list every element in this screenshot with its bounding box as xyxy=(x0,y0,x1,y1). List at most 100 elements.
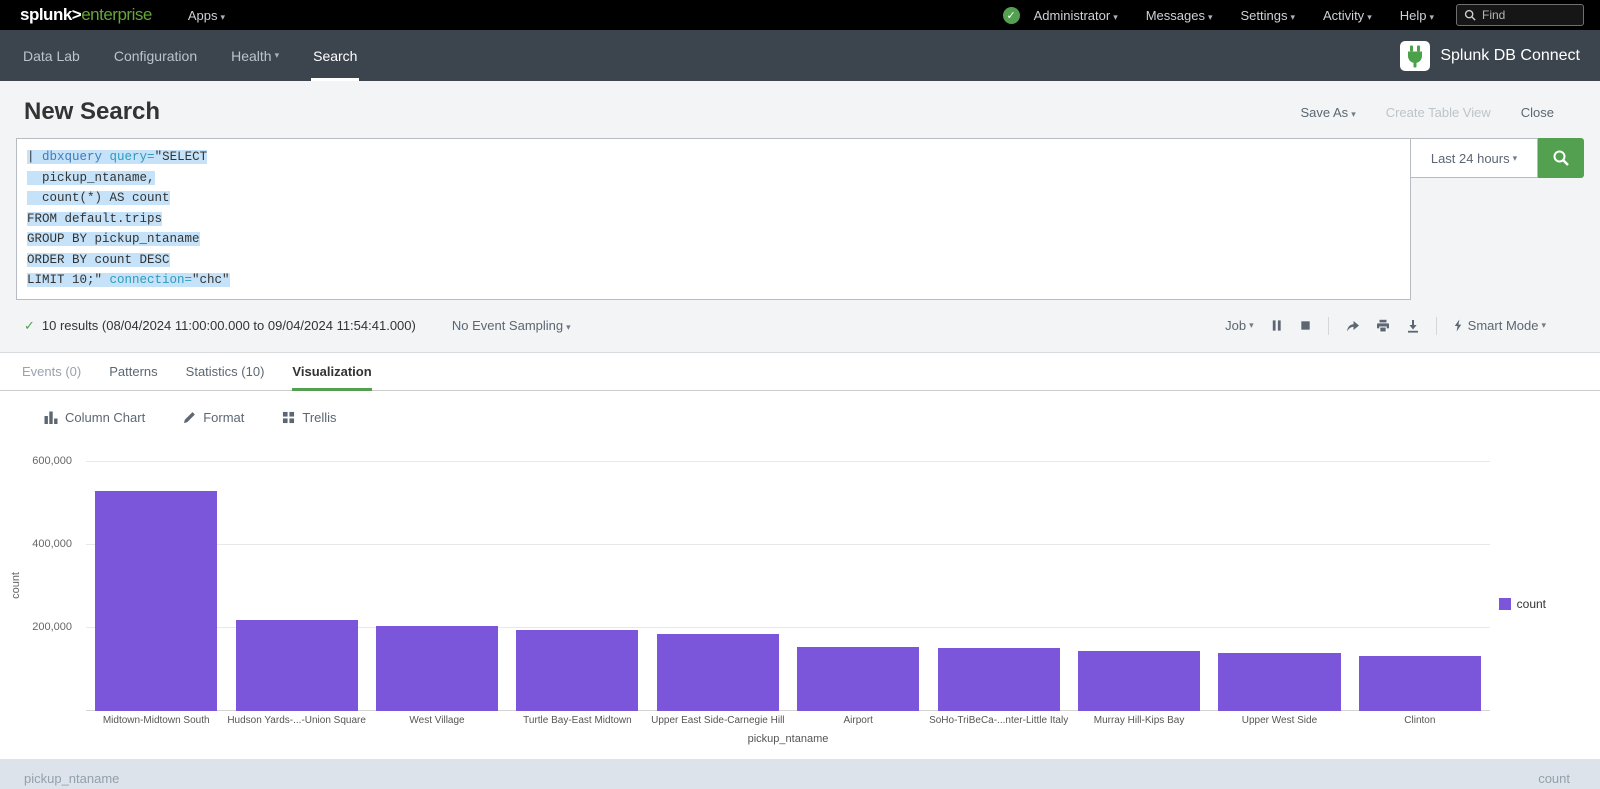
bar-slot xyxy=(928,461,1068,711)
column-bar[interactable] xyxy=(1218,653,1340,710)
x-category-label: Upper West Side xyxy=(1209,715,1349,726)
menu-administrator[interactable]: Administrator▾ xyxy=(1020,8,1132,23)
tab-visualization[interactable]: Visualization xyxy=(292,353,371,390)
bar-slot xyxy=(648,461,788,711)
status-check-icon[interactable]: ✓ xyxy=(1003,7,1020,24)
job-menu[interactable]: Job▾ xyxy=(1225,318,1254,333)
header-actions: Save As▾ Create Table View Close xyxy=(1300,105,1554,120)
nav-search[interactable]: Search xyxy=(296,30,374,81)
menu-messages[interactable]: Messages▾ xyxy=(1132,8,1227,23)
bar-slot xyxy=(226,461,366,711)
save-as-button[interactable]: Save As▾ xyxy=(1300,105,1355,120)
search-icon xyxy=(1464,9,1476,21)
results-tabs: Events (0) Patterns Statistics (10) Visu… xyxy=(0,353,1600,391)
y-tick-label: 400,000 xyxy=(32,538,72,550)
x-category-label: Hudson Yards-...-Union Square xyxy=(226,715,366,726)
nav-health[interactable]: Health▾ xyxy=(214,30,296,81)
nav-data-lab[interactable]: Data Lab xyxy=(6,30,97,81)
column-bar[interactable] xyxy=(1359,656,1481,711)
format-button[interactable]: Format xyxy=(183,410,244,425)
column-chart: count 200,000 400,000 600,000 Midtown-Midt… xyxy=(0,445,1600,751)
x-category-label: Turtle Bay-East Midtown xyxy=(507,715,647,726)
column-bar[interactable] xyxy=(516,630,638,711)
menu-settings[interactable]: Settings▾ xyxy=(1227,8,1310,23)
find-input[interactable] xyxy=(1482,8,1574,22)
x-category-label: Clinton xyxy=(1350,715,1490,726)
column-bar[interactable] xyxy=(657,634,779,711)
splunk-logo[interactable]: splunk>enterprise xyxy=(20,5,152,25)
tab-statistics[interactable]: Statistics (10) xyxy=(186,353,265,390)
separator xyxy=(1328,317,1329,335)
caret-down-icon: ▾ xyxy=(275,50,280,61)
search-header-section: New Search Save As▾ Create Table View Cl… xyxy=(0,81,1600,353)
column-bar[interactable] xyxy=(797,647,919,711)
caret-down-icon: ▾ xyxy=(220,12,225,22)
bar-slot xyxy=(788,461,928,711)
bar-slot xyxy=(367,461,507,711)
legend-swatch xyxy=(1499,598,1511,610)
caret-down-icon: ▾ xyxy=(1290,12,1295,22)
caret-down-icon: ▾ xyxy=(1208,12,1213,22)
bars-container xyxy=(86,461,1490,711)
apps-menu[interactable]: Apps▾ xyxy=(174,8,239,23)
check-icon: ✓ xyxy=(24,318,35,334)
plot-area xyxy=(86,461,1490,711)
pencil-icon xyxy=(183,411,196,424)
caret-down-icon: ▾ xyxy=(1513,153,1518,164)
column-bar[interactable] xyxy=(95,491,217,711)
column-bar[interactable] xyxy=(938,648,1060,710)
column-bar[interactable] xyxy=(376,626,498,711)
chart-legend: count xyxy=(1499,597,1546,611)
x-category-label: Upper East Side-Carnegie Hill xyxy=(648,715,788,726)
db-connect-app-icon xyxy=(1400,41,1430,71)
column-header-pickup-ntaname[interactable]: pickup_ntaname xyxy=(24,771,119,786)
search-mode-dropdown[interactable]: Smart Mode▾ xyxy=(1453,318,1546,333)
tab-patterns[interactable]: Patterns xyxy=(109,353,157,390)
query-line: LIMIT 10;" connection="chc" xyxy=(27,270,1400,291)
create-table-view-button[interactable]: Create Table View xyxy=(1386,105,1491,120)
y-tick-label: 200,000 xyxy=(32,621,72,633)
app-identity[interactable]: Splunk DB Connect xyxy=(1400,30,1580,81)
find-search-box[interactable] xyxy=(1456,4,1584,26)
caret-down-icon: ▾ xyxy=(1351,109,1356,119)
query-line: count(*) AS count xyxy=(27,188,1400,209)
bar-slot xyxy=(86,461,226,711)
x-category-label: Murray Hill-Kips Bay xyxy=(1069,715,1209,726)
event-sampling-dropdown[interactable]: No Event Sampling▾ xyxy=(452,318,571,333)
menu-help[interactable]: Help▾ xyxy=(1386,8,1448,23)
share-icon[interactable] xyxy=(1345,319,1360,333)
time-range-picker[interactable]: Last 24 hours▾ xyxy=(1411,138,1538,178)
export-icon[interactable] xyxy=(1406,319,1420,333)
trellis-button[interactable]: Trellis xyxy=(282,410,336,425)
job-controls: Job▾ Smart Mode▾ xyxy=(1225,317,1546,335)
caret-down-icon: ▾ xyxy=(1541,320,1546,331)
search-button[interactable] xyxy=(1538,138,1584,178)
column-header-count[interactable]: count xyxy=(1538,771,1570,786)
search-query-input[interactable]: | dbxquery query="SELECT pickup_ntaname,… xyxy=(16,138,1411,300)
top-navbar: splunk>enterprise Apps▾ ✓ Administrator▾… xyxy=(0,0,1600,30)
app-nav: Data Lab Configuration Health▾ Search xyxy=(6,30,374,81)
stop-icon[interactable] xyxy=(1299,319,1312,332)
trellis-grid-icon xyxy=(282,411,295,424)
x-axis-labels: Midtown-Midtown SouthHudson Yards-...-Un… xyxy=(86,715,1490,726)
caret-down-icon: ▾ xyxy=(566,322,571,332)
page-title: New Search xyxy=(24,98,160,126)
column-bar[interactable] xyxy=(236,620,358,711)
menu-activity[interactable]: Activity▾ xyxy=(1309,8,1386,23)
pause-icon[interactable] xyxy=(1270,319,1283,332)
print-icon[interactable] xyxy=(1376,319,1390,333)
time-range-label: Last 24 hours xyxy=(1431,151,1510,166)
search-bar-row: | dbxquery query="SELECT pickup_ntaname,… xyxy=(16,138,1584,300)
apps-menu-label: Apps xyxy=(188,8,218,23)
close-button[interactable]: Close xyxy=(1521,105,1554,120)
query-line: | dbxquery query="SELECT xyxy=(27,147,1400,168)
column-bar[interactable] xyxy=(1078,651,1200,711)
x-category-label: Airport xyxy=(788,715,928,726)
y-tick-label: 600,000 xyxy=(32,455,72,467)
tab-events[interactable]: Events (0) xyxy=(22,353,81,390)
query-line: ORDER BY count DESC xyxy=(27,250,1400,271)
chart-type-picker[interactable]: Column Chart xyxy=(44,410,145,425)
app-name: Splunk DB Connect xyxy=(1440,47,1580,65)
x-category-label: Midtown-Midtown South xyxy=(86,715,226,726)
nav-configuration[interactable]: Configuration xyxy=(97,30,214,81)
